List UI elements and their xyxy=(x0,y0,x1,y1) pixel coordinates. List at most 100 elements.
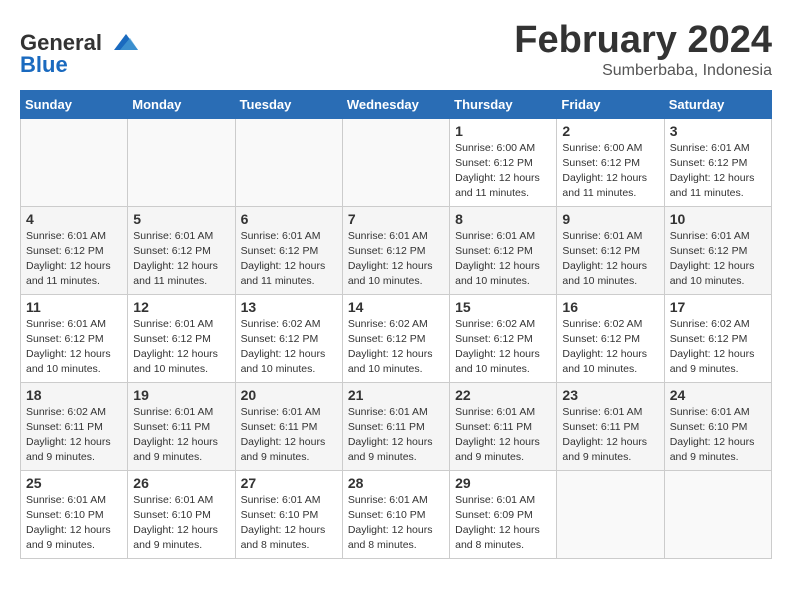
day-number: 10 xyxy=(670,211,766,227)
day-info: Sunrise: 6:01 AM Sunset: 6:12 PM Dayligh… xyxy=(348,229,444,290)
day-number: 15 xyxy=(455,299,551,315)
day-number: 14 xyxy=(348,299,444,315)
day-number: 18 xyxy=(26,387,122,403)
day-number: 16 xyxy=(562,299,658,315)
day-info: Sunrise: 6:02 AM Sunset: 6:12 PM Dayligh… xyxy=(348,317,444,378)
day-cell: 9 Sunrise: 6:01 AM Sunset: 6:12 PM Daylig… xyxy=(557,206,664,294)
day-info: Sunrise: 6:01 AM Sunset: 6:11 PM Dayligh… xyxy=(241,405,337,466)
day-number: 1 xyxy=(455,123,551,139)
day-info: Sunrise: 6:01 AM Sunset: 6:12 PM Dayligh… xyxy=(26,317,122,378)
day-info: Sunrise: 6:01 AM Sunset: 6:12 PM Dayligh… xyxy=(670,229,766,290)
day-cell: 8Sunrise: 6:01 AM Sunset: 6:12 PM Daylig… xyxy=(450,206,557,294)
day-info: Sunrise: 6:01 AM Sunset: 6:11 PM Dayligh… xyxy=(348,405,444,466)
day-number: 29 xyxy=(455,475,551,491)
title-section: February 2024 Sumberbaba, Indonesia xyxy=(514,20,772,80)
day-cell: 2 Sunrise: 6:00 AM Sunset: 6:12 PM Daylig… xyxy=(557,118,664,206)
day-number: 2 xyxy=(562,123,658,139)
day-cell xyxy=(128,118,235,206)
day-cell: 6Sunrise: 6:01 AM Sunset: 6:12 PM Daylig… xyxy=(235,206,342,294)
day-cell: 7 Sunrise: 6:01 AM Sunset: 6:12 PM Daylig… xyxy=(342,206,449,294)
col-header-wednesday: Wednesday xyxy=(342,90,449,118)
day-number: 4 xyxy=(26,211,122,227)
day-cell xyxy=(557,470,664,558)
day-info: Sunrise: 6:01 AM Sunset: 6:11 PM Dayligh… xyxy=(562,405,658,466)
day-info: Sunrise: 6:01 AM Sunset: 6:10 PM Dayligh… xyxy=(348,493,444,554)
header-row: SundayMondayTuesdayWednesdayThursdayFrid… xyxy=(21,90,772,118)
day-number: 23 xyxy=(562,387,658,403)
day-info: Sunrise: 6:02 AM Sunset: 6:12 PM Dayligh… xyxy=(562,317,658,378)
week-row-2: 11 Sunrise: 6:01 AM Sunset: 6:12 PM Dayli… xyxy=(21,294,772,382)
day-info: Sunrise: 6:01 AM Sunset: 6:11 PM Dayligh… xyxy=(133,405,229,466)
day-number: 19 xyxy=(133,387,229,403)
day-cell: 27Sunrise: 6:01 AM Sunset: 6:10 PM Dayli… xyxy=(235,470,342,558)
day-cell: 14 Sunrise: 6:02 AM Sunset: 6:12 PM Dayli… xyxy=(342,294,449,382)
day-cell xyxy=(342,118,449,206)
day-cell: 22Sunrise: 6:01 AM Sunset: 6:11 PM Dayli… xyxy=(450,382,557,470)
calendar-subtitle: Sumberbaba, Indonesia xyxy=(514,62,772,80)
day-number: 7 xyxy=(348,211,444,227)
day-info: Sunrise: 6:00 AM Sunset: 6:12 PM Dayligh… xyxy=(455,141,551,202)
day-cell: 25 Sunrise: 6:01 AM Sunset: 6:10 PM Dayli… xyxy=(21,470,128,558)
day-cell: 17 Sunrise: 6:02 AM Sunset: 6:12 PM Dayli… xyxy=(664,294,771,382)
day-number: 20 xyxy=(241,387,337,403)
day-cell: 15 Sunrise: 6:02 AM Sunset: 6:12 PM Dayli… xyxy=(450,294,557,382)
col-header-sunday: Sunday xyxy=(21,90,128,118)
col-header-thursday: Thursday xyxy=(450,90,557,118)
day-cell xyxy=(235,118,342,206)
day-info: Sunrise: 6:01 AM Sunset: 6:12 PM Dayligh… xyxy=(562,229,658,290)
day-info: Sunrise: 6:01 AM Sunset: 6:12 PM Dayligh… xyxy=(670,141,766,202)
week-row-3: 18 Sunrise: 6:02 AM Sunset: 6:11 PM Dayli… xyxy=(21,382,772,470)
day-cell xyxy=(21,118,128,206)
day-info: Sunrise: 6:01 AM Sunset: 6:10 PM Dayligh… xyxy=(133,493,229,554)
day-info: Sunrise: 6:02 AM Sunset: 6:11 PM Dayligh… xyxy=(26,405,122,466)
day-info: Sunrise: 6:01 AM Sunset: 6:12 PM Dayligh… xyxy=(26,229,122,290)
day-info: Sunrise: 6:01 AM Sunset: 6:11 PM Dayligh… xyxy=(455,405,551,466)
day-cell: 13 Sunrise: 6:02 AM Sunset: 6:12 PM Dayli… xyxy=(235,294,342,382)
day-info: Sunrise: 6:01 AM Sunset: 6:12 PM Dayligh… xyxy=(455,229,551,290)
day-cell: 10 Sunrise: 6:01 AM Sunset: 6:12 PM Dayli… xyxy=(664,206,771,294)
day-cell: 29 Sunrise: 6:01 AM Sunset: 6:09 PM Dayli… xyxy=(450,470,557,558)
day-number: 26 xyxy=(133,475,229,491)
day-info: Sunrise: 6:01 AM Sunset: 6:09 PM Dayligh… xyxy=(455,493,551,554)
week-row-4: 25 Sunrise: 6:01 AM Sunset: 6:10 PM Dayli… xyxy=(21,470,772,558)
day-cell: 1 Sunrise: 6:00 AM Sunset: 6:12 PM Daylig… xyxy=(450,118,557,206)
day-info: Sunrise: 6:02 AM Sunset: 6:12 PM Dayligh… xyxy=(455,317,551,378)
day-number: 25 xyxy=(26,475,122,491)
day-cell: 28Sunrise: 6:01 AM Sunset: 6:10 PM Dayli… xyxy=(342,470,449,558)
day-number: 12 xyxy=(133,299,229,315)
day-info: Sunrise: 6:01 AM Sunset: 6:10 PM Dayligh… xyxy=(26,493,122,554)
day-cell: 12 Sunrise: 6:01 AM Sunset: 6:12 PM Dayli… xyxy=(128,294,235,382)
header: General Blue February 2024 Sumberbaba, I… xyxy=(20,20,772,80)
logo-blue: Blue xyxy=(20,52,68,78)
day-cell: 18 Sunrise: 6:02 AM Sunset: 6:11 PM Dayli… xyxy=(21,382,128,470)
day-number: 3 xyxy=(670,123,766,139)
logo: General Blue xyxy=(20,30,138,78)
day-info: Sunrise: 6:01 AM Sunset: 6:10 PM Dayligh… xyxy=(241,493,337,554)
day-info: Sunrise: 6:02 AM Sunset: 6:12 PM Dayligh… xyxy=(241,317,337,378)
day-info: Sunrise: 6:01 AM Sunset: 6:12 PM Dayligh… xyxy=(133,317,229,378)
day-cell: 4 Sunrise: 6:01 AM Sunset: 6:12 PM Daylig… xyxy=(21,206,128,294)
calendar-title: February 2024 xyxy=(514,20,772,62)
day-number: 13 xyxy=(241,299,337,315)
col-header-monday: Monday xyxy=(128,90,235,118)
day-number: 11 xyxy=(26,299,122,315)
day-number: 21 xyxy=(348,387,444,403)
logo-icon xyxy=(106,32,138,52)
day-info: Sunrise: 6:01 AM Sunset: 6:10 PM Dayligh… xyxy=(670,405,766,466)
calendar-table: SundayMondayTuesdayWednesdayThursdayFrid… xyxy=(20,90,772,559)
week-row-1: 4 Sunrise: 6:01 AM Sunset: 6:12 PM Daylig… xyxy=(21,206,772,294)
day-cell: 3 Sunrise: 6:01 AM Sunset: 6:12 PM Daylig… xyxy=(664,118,771,206)
day-number: 17 xyxy=(670,299,766,315)
col-header-friday: Friday xyxy=(557,90,664,118)
day-info: Sunrise: 6:00 AM Sunset: 6:12 PM Dayligh… xyxy=(562,141,658,202)
day-cell: 26 Sunrise: 6:01 AM Sunset: 6:10 PM Dayli… xyxy=(128,470,235,558)
day-info: Sunrise: 6:02 AM Sunset: 6:12 PM Dayligh… xyxy=(670,317,766,378)
day-info: Sunrise: 6:01 AM Sunset: 6:12 PM Dayligh… xyxy=(133,229,229,290)
day-cell: 16 Sunrise: 6:02 AM Sunset: 6:12 PM Dayli… xyxy=(557,294,664,382)
day-number: 9 xyxy=(562,211,658,227)
day-cell: 20 Sunrise: 6:01 AM Sunset: 6:11 PM Dayli… xyxy=(235,382,342,470)
day-number: 6 xyxy=(241,211,337,227)
day-cell: 23 Sunrise: 6:01 AM Sunset: 6:11 PM Dayli… xyxy=(557,382,664,470)
day-number: 24 xyxy=(670,387,766,403)
col-header-saturday: Saturday xyxy=(664,90,771,118)
